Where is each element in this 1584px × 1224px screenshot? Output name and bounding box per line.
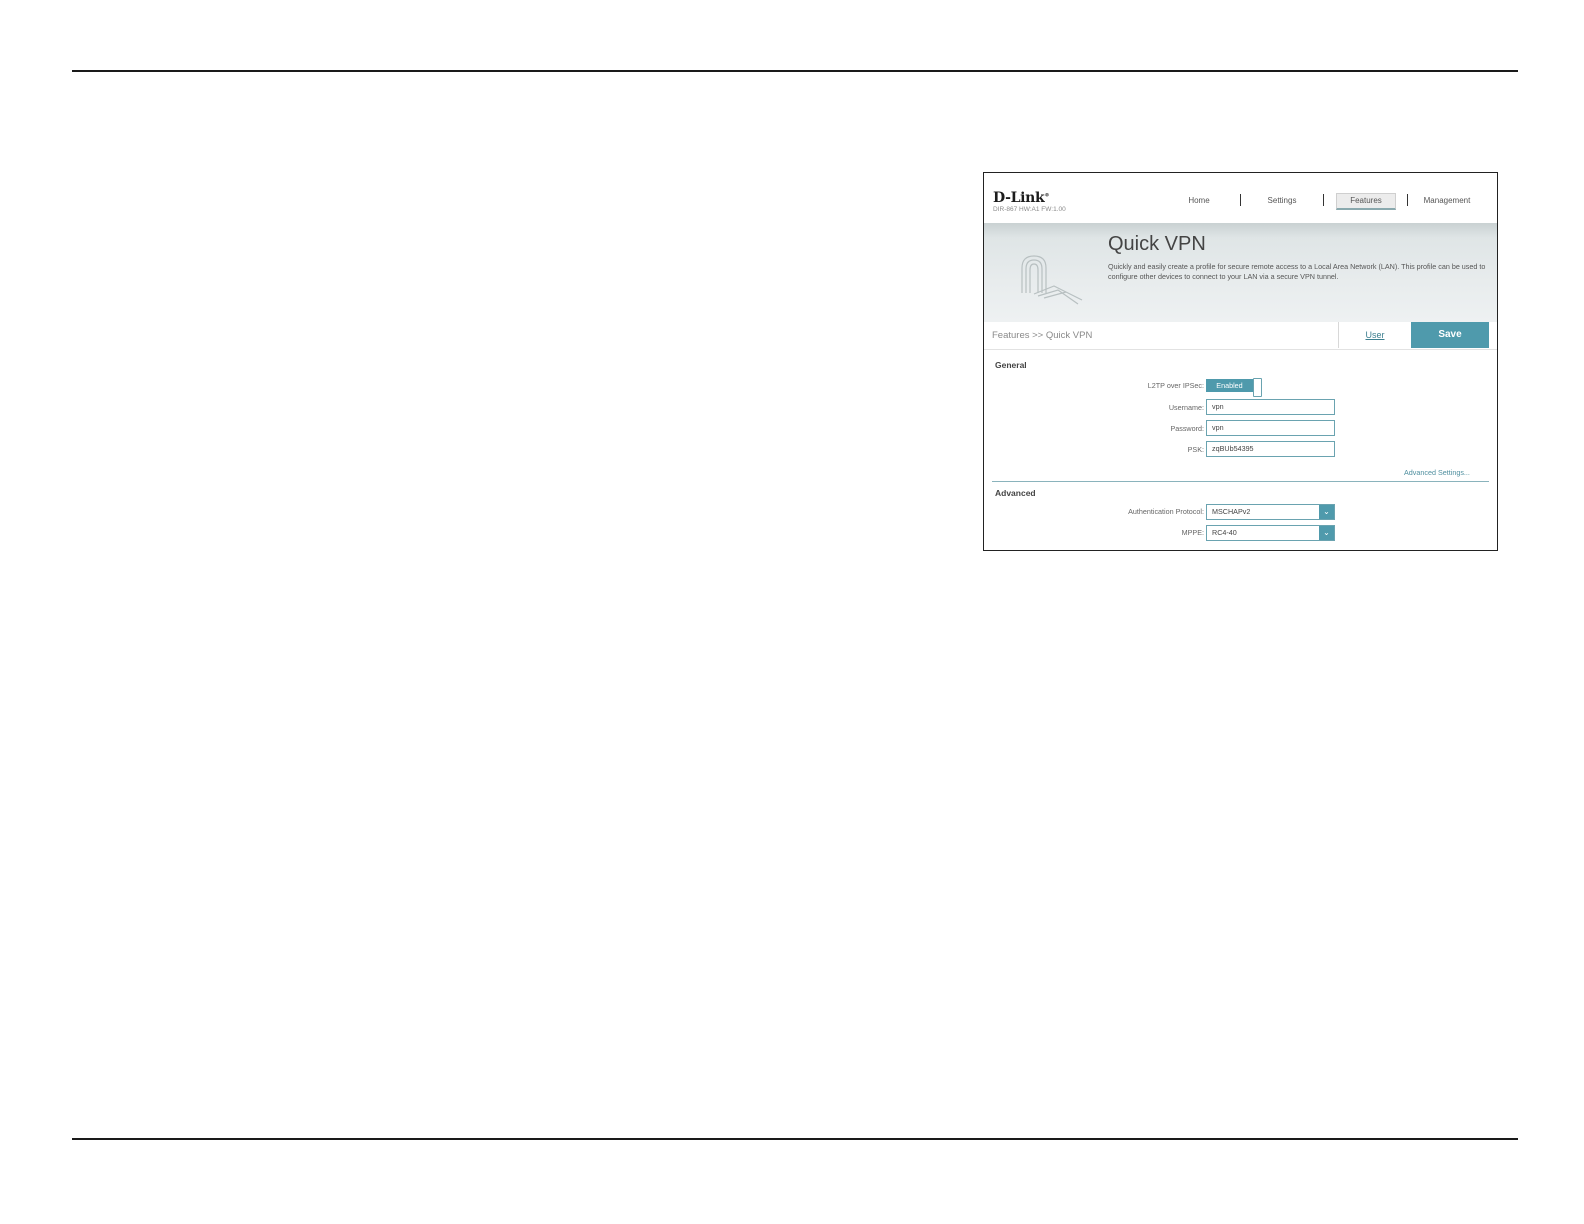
vpn-tunnel-icon: [1021, 255, 1083, 305]
router-ui-screenshot: D-Link® DIR-867 HW:A1 FW:1.00 Home Setti…: [983, 172, 1498, 551]
user-button[interactable]: User: [1338, 322, 1411, 348]
toggle-knob: [1253, 378, 1262, 397]
auth-protocol-label: Authentication Protocol:: [1128, 507, 1204, 516]
l2tp-toggle-state: Enabled: [1206, 379, 1253, 392]
l2tp-label: L2TP over IPSec:: [1147, 381, 1204, 390]
chevron-down-icon[interactable]: ⌄: [1319, 505, 1334, 519]
bottom-rule: [72, 1138, 1518, 1140]
page-title: Quick VPN: [1108, 233, 1206, 255]
mppe-select[interactable]: RC4-40 ⌄: [1206, 525, 1335, 541]
model-info: DIR-867 HW:A1 FW:1.00: [993, 206, 1066, 213]
breadcrumb: Features >> Quick VPN: [992, 330, 1093, 341]
password-label: Password:: [1170, 424, 1204, 433]
advanced-settings-link[interactable]: Advanced Settings...: [1404, 468, 1470, 477]
page-banner: Quick VPN Quickly and easily create a pr…: [984, 223, 1497, 322]
nav-settings[interactable]: Settings: [1262, 193, 1302, 209]
advanced-section-title: Advanced: [995, 488, 1036, 498]
section-divider: [992, 481, 1489, 482]
password-input[interactable]: vpn: [1206, 420, 1335, 436]
nav-management[interactable]: Management: [1416, 193, 1478, 209]
auth-protocol-value: MSCHAPv2: [1212, 507, 1251, 516]
nav-features[interactable]: Features: [1336, 193, 1396, 210]
username-input[interactable]: vpn: [1206, 399, 1335, 415]
dlink-logo: D-Link®: [993, 190, 1050, 206]
header: D-Link® DIR-867 HW:A1 FW:1.00 Home Setti…: [984, 173, 1497, 223]
auth-protocol-select[interactable]: MSCHAPv2 ⌄: [1206, 504, 1335, 520]
mppe-value: RC4-40: [1212, 528, 1237, 537]
general-section-title: General: [995, 360, 1027, 370]
top-rule: [72, 70, 1518, 72]
nav-separator: [1323, 194, 1324, 206]
psk-label: PSK:: [1187, 445, 1204, 454]
save-button[interactable]: Save: [1411, 322, 1489, 348]
username-label: Username:: [1168, 403, 1204, 412]
nav-home[interactable]: Home: [1180, 193, 1218, 209]
l2tp-toggle[interactable]: Enabled: [1206, 378, 1262, 397]
page-description: Quickly and easily create a profile for …: [1108, 262, 1486, 281]
psk-input[interactable]: zqBUb54395: [1206, 441, 1335, 457]
breadcrumb-bar: Features >> Quick VPN User Save: [984, 322, 1497, 350]
nav-separator: [1240, 194, 1241, 206]
mppe-label: MPPE:: [1181, 528, 1204, 537]
nav-separator: [1407, 194, 1408, 206]
chevron-down-icon[interactable]: ⌄: [1319, 526, 1334, 540]
manual-page: D-Link® DIR-867 HW:A1 FW:1.00 Home Setti…: [0, 0, 1584, 1224]
